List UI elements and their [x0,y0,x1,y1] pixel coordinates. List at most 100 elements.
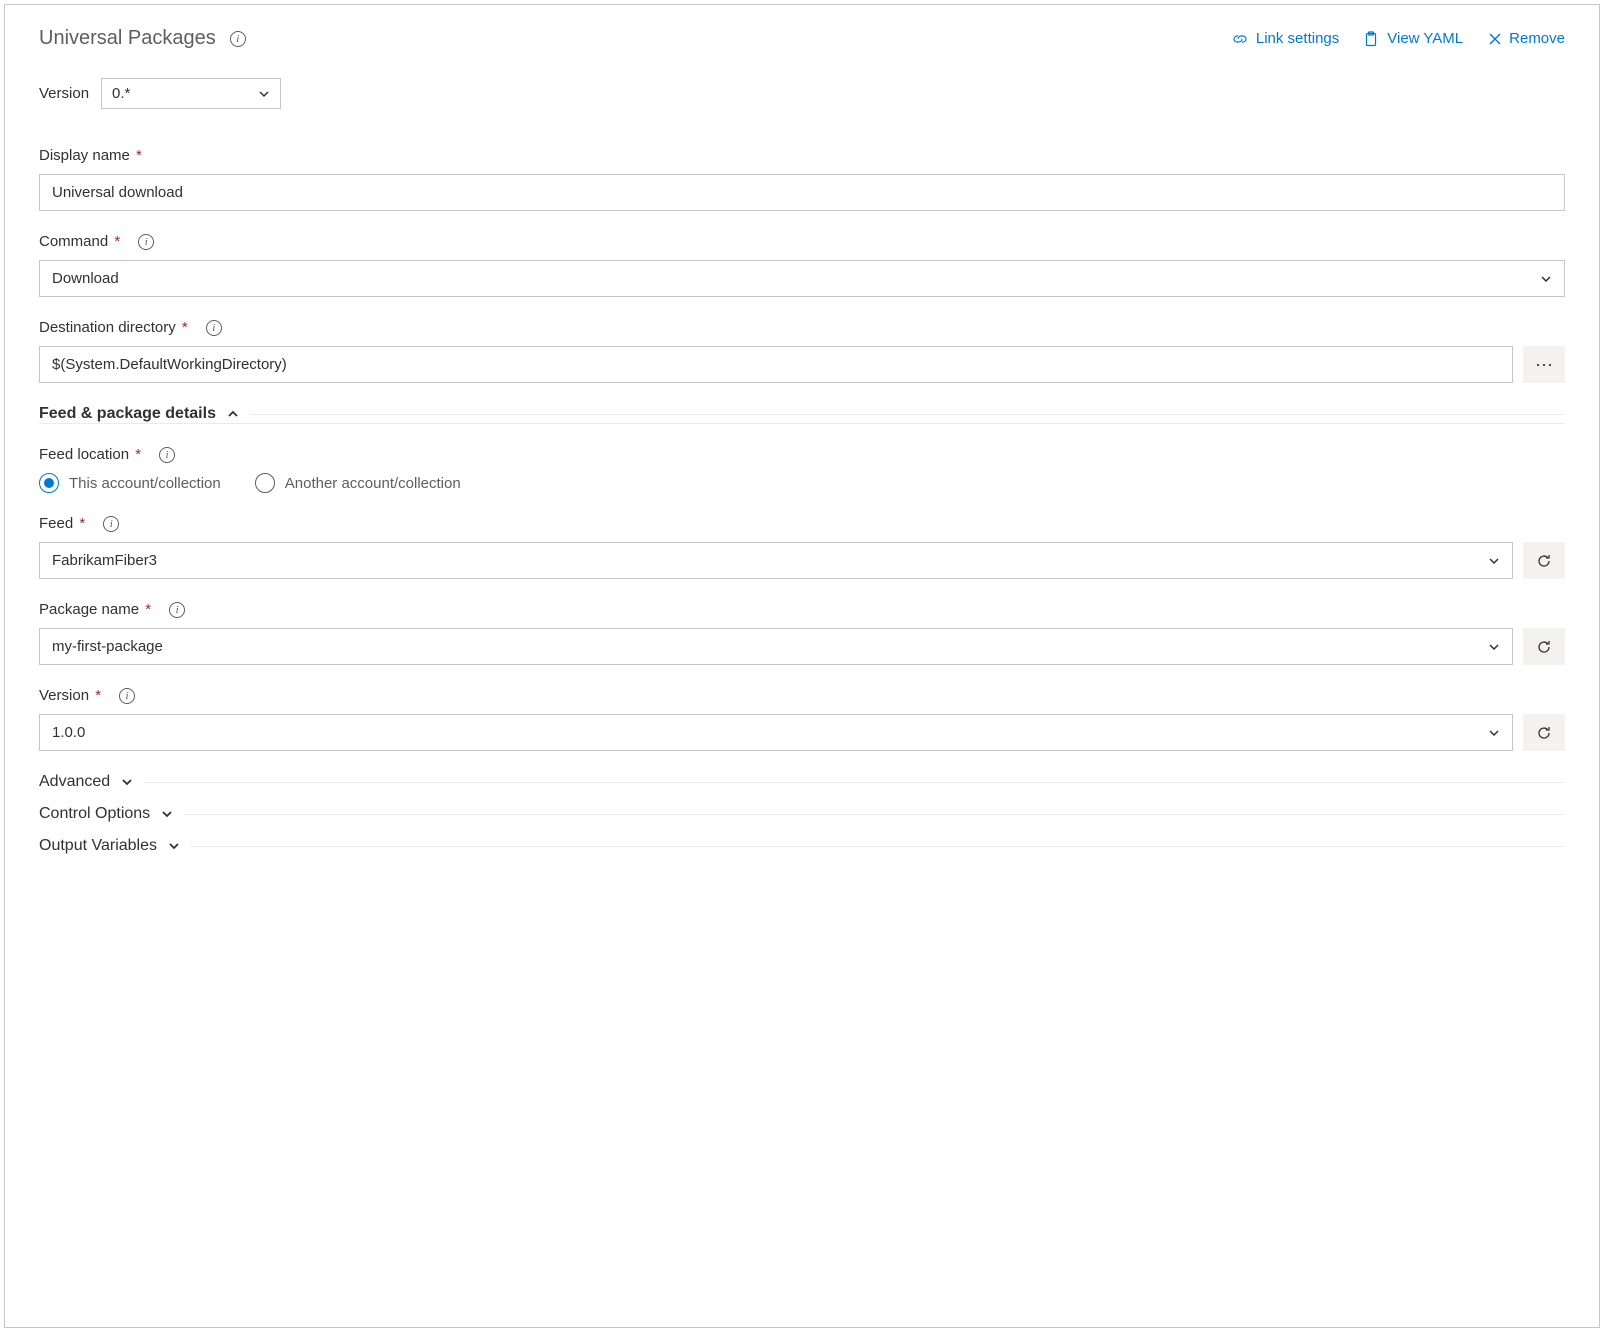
command-select[interactable]: Download [39,260,1565,297]
link-icon [1232,31,1248,47]
info-icon[interactable]: i [103,516,119,532]
divider [250,414,1565,415]
chevron-down-icon [1488,641,1500,653]
link-settings-label: Link settings [1256,30,1339,47]
section-control-options[interactable]: Control Options [39,805,1565,823]
feed-location-radios: This account/collection Another account/… [39,473,1565,493]
header-actions: Link settings View YAML Remove [1232,30,1565,47]
divider [191,846,1565,847]
feed-field: Feed * i FabrikamFiber3 [39,515,1565,579]
divider [144,782,1565,783]
view-yaml-label: View YAML [1387,30,1463,47]
feed-input-row: FabrikamFiber3 [39,542,1565,579]
radio-button-icon [255,473,275,493]
view-yaml-button[interactable]: View YAML [1363,30,1463,47]
feed-select[interactable]: FabrikamFiber3 [39,542,1513,579]
link-settings-button[interactable]: Link settings [1232,30,1339,47]
required-marker: * [178,319,188,336]
section-feed-details-label: Feed & package details [39,405,216,423]
refresh-package-button[interactable] [1523,628,1565,665]
title-wrap: Universal Packages i [39,27,246,50]
task-version-select[interactable]: 0.* [101,78,281,109]
refresh-icon [1536,553,1552,569]
refresh-icon [1536,725,1552,741]
required-marker: * [132,147,142,164]
clipboard-icon [1363,31,1379,47]
package-version-value: 1.0.0 [52,724,85,741]
info-icon[interactable]: i [230,31,246,47]
remove-button[interactable]: Remove [1487,30,1565,47]
info-icon[interactable]: i [206,320,222,336]
command-label-row: Command * i [39,233,1565,250]
chevron-down-icon [1540,273,1552,285]
section-output-variables[interactable]: Output Variables [39,837,1565,855]
required-marker: * [141,601,151,618]
remove-label: Remove [1509,30,1565,47]
command-field: Command * i Download [39,233,1565,297]
package-name-value: my-first-package [52,638,163,655]
required-marker: * [131,446,141,463]
package-name-select[interactable]: my-first-package [39,628,1513,665]
chevron-down-icon [160,807,174,821]
task-title: Universal Packages [39,27,216,50]
required-marker: * [75,515,85,532]
header-row: Universal Packages i Link settings View … [39,27,1565,50]
package-name-input-row: my-first-package [39,628,1565,665]
destination-dir-label: Destination directory [39,319,176,336]
package-name-label: Package name [39,601,139,618]
info-icon[interactable]: i [169,602,185,618]
chevron-down-icon [120,775,134,789]
destination-dir-input[interactable] [39,346,1513,383]
package-version-input-row: 1.0.0 [39,714,1565,751]
info-icon[interactable]: i [119,688,135,704]
chevron-down-icon [167,839,181,853]
required-marker: * [110,233,120,250]
required-marker: * [91,687,101,704]
destination-dir-field: Destination directory * i ··· [39,319,1565,383]
package-version-label-row: Version * i [39,687,1565,704]
browse-button[interactable]: ··· [1523,346,1565,383]
display-name-label-row: Display name * [39,147,1565,164]
refresh-version-button[interactable] [1523,714,1565,751]
task-version-value: 0.* [112,85,130,102]
section-advanced-label: Advanced [39,773,110,791]
display-name-label: Display name [39,147,130,164]
package-version-field: Version * i 1.0.0 [39,687,1565,751]
chevron-up-icon [226,407,240,421]
radio-this-account[interactable]: This account/collection [39,473,221,493]
chevron-down-icon [258,88,270,100]
section-feed-details[interactable]: Feed & package details [39,405,1565,424]
task-version-label: Version [39,85,89,102]
destination-dir-label-row: Destination directory * i [39,319,1565,336]
package-version-select[interactable]: 1.0.0 [39,714,1513,751]
feed-label: Feed [39,515,73,532]
radio-another-account[interactable]: Another account/collection [255,473,461,493]
refresh-feed-button[interactable] [1523,542,1565,579]
ellipsis-icon: ··· [1535,354,1553,375]
package-name-field: Package name * i my-first-package [39,601,1565,665]
task-config-panel: Universal Packages i Link settings View … [4,4,1600,1328]
radio-button-icon [39,473,59,493]
feed-location-label: Feed location [39,446,129,463]
radio-this-account-label: This account/collection [69,475,221,492]
info-icon[interactable]: i [159,447,175,463]
refresh-icon [1536,639,1552,655]
package-name-label-row: Package name * i [39,601,1565,618]
feed-location-field: Feed location * i This account/collectio… [39,446,1565,493]
section-output-variables-label: Output Variables [39,837,157,855]
display-name-field: Display name * [39,147,1565,211]
divider [184,814,1565,815]
close-icon [1487,31,1503,47]
info-icon[interactable]: i [138,234,154,250]
destination-dir-input-row: ··· [39,346,1565,383]
command-label: Command [39,233,108,250]
feed-value: FabrikamFiber3 [52,552,157,569]
radio-another-account-label: Another account/collection [285,475,461,492]
command-value: Download [52,270,119,287]
section-advanced[interactable]: Advanced [39,773,1565,791]
feed-location-label-row: Feed location * i [39,446,1565,463]
feed-label-row: Feed * i [39,515,1565,532]
chevron-down-icon [1488,555,1500,567]
package-version-label: Version [39,687,89,704]
display-name-input[interactable] [39,174,1565,211]
